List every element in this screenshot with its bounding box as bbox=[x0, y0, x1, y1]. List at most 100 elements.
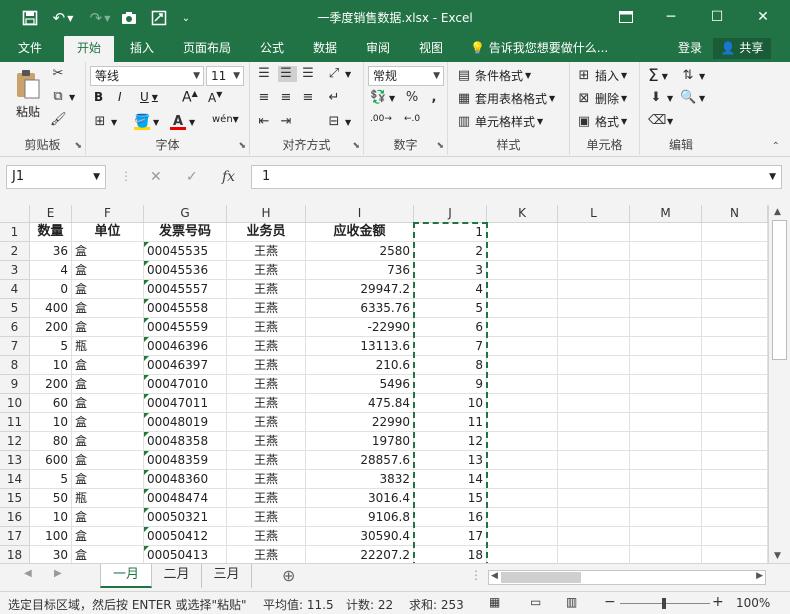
cell-l3[interactable] bbox=[558, 261, 630, 280]
name-box[interactable]: J1 ▼ bbox=[6, 165, 106, 189]
cell-k17[interactable] bbox=[487, 527, 558, 546]
cell-n9[interactable] bbox=[702, 375, 768, 394]
cell-n7[interactable] bbox=[702, 337, 768, 356]
column-header-g[interactable]: G bbox=[144, 205, 227, 223]
cell-g4[interactable]: 00045557 bbox=[144, 280, 227, 299]
font-color-button[interactable]: A ▼ bbox=[170, 114, 195, 130]
cell-h11[interactable]: 王燕 bbox=[227, 413, 306, 432]
find-select-button[interactable]: 🔍 ▼ bbox=[680, 90, 705, 106]
cell-i7[interactable]: 13113.6 bbox=[306, 337, 414, 356]
page-layout-view-icon[interactable]: ▭ bbox=[530, 595, 541, 609]
phonetic-button[interactable]: wén ▼ bbox=[212, 114, 239, 125]
format-as-table-button[interactable]: ▦ 套用表格格式 ▼ bbox=[456, 90, 555, 107]
cell-j14[interactable]: 14 bbox=[414, 470, 487, 489]
cell-n11[interactable] bbox=[702, 413, 768, 432]
fill-button[interactable]: ⬇ ▼ bbox=[648, 90, 674, 106]
column-header-n[interactable]: N bbox=[702, 205, 768, 223]
cell-l17[interactable] bbox=[558, 527, 630, 546]
cell-h3[interactable]: 王燕 bbox=[227, 261, 306, 280]
row-header[interactable]: 9 bbox=[0, 375, 30, 394]
cell-f18[interactable]: 盒 bbox=[72, 546, 144, 563]
cell-e1[interactable]: 数量 bbox=[30, 223, 72, 242]
middle-align-button[interactable]: ☰ bbox=[278, 66, 297, 82]
cell-g16[interactable]: 00050321 bbox=[144, 508, 227, 527]
cell-f5[interactable]: 盒 bbox=[72, 299, 144, 318]
decrease-decimal-button[interactable]: ←.0 bbox=[404, 114, 420, 124]
cell-k14[interactable] bbox=[487, 470, 558, 489]
font-name-select[interactable]: 等线 ▼ bbox=[90, 66, 204, 86]
row-header[interactable]: 18 bbox=[0, 546, 30, 563]
login-link[interactable]: 登录 bbox=[678, 36, 702, 62]
cell-e8[interactable]: 10 bbox=[30, 356, 72, 375]
cell-g10[interactable]: 00047011 bbox=[144, 394, 227, 413]
cell-j7[interactable]: 7 bbox=[414, 337, 487, 356]
increase-indent-button[interactable]: ⇥ bbox=[278, 114, 297, 130]
cut-button[interactable]: ✂ bbox=[50, 66, 69, 82]
maximize-icon[interactable]: ☐ bbox=[697, 4, 737, 30]
cell-g15[interactable]: 00048474 bbox=[144, 489, 227, 508]
tab-review[interactable]: 审阅 bbox=[356, 36, 400, 62]
cell-e16[interactable]: 10 bbox=[30, 508, 72, 527]
cell-n3[interactable] bbox=[702, 261, 768, 280]
cell-f11[interactable]: 盒 bbox=[72, 413, 144, 432]
cell-i15[interactable]: 3016.4 bbox=[306, 489, 414, 508]
cell-l10[interactable] bbox=[558, 394, 630, 413]
cell-h13[interactable]: 王燕 bbox=[227, 451, 306, 470]
cell-f16[interactable]: 盒 bbox=[72, 508, 144, 527]
cell-n14[interactable] bbox=[702, 470, 768, 489]
cell-e11[interactable]: 10 bbox=[30, 413, 72, 432]
cell-k3[interactable] bbox=[487, 261, 558, 280]
cell-i8[interactable]: 210.6 bbox=[306, 356, 414, 375]
cell-e2[interactable]: 36 bbox=[30, 242, 72, 261]
cell-m15[interactable] bbox=[630, 489, 702, 508]
accounting-button[interactable]: 💱 ▼ bbox=[370, 90, 395, 106]
cell-e4[interactable]: 0 bbox=[30, 280, 72, 299]
cell-k13[interactable] bbox=[487, 451, 558, 470]
cell-l14[interactable] bbox=[558, 470, 630, 489]
cell-f3[interactable]: 盒 bbox=[72, 261, 144, 280]
cell-k1[interactable] bbox=[487, 223, 558, 242]
delete-cells-button[interactable]: ⊠ 删除 ▼ bbox=[576, 90, 628, 107]
cell-g3[interactable]: 00045536 bbox=[144, 261, 227, 280]
scroll-right-icon[interactable]: ▶ bbox=[756, 571, 763, 581]
cell-n10[interactable] bbox=[702, 394, 768, 413]
tab-page-layout[interactable]: 页面布局 bbox=[176, 36, 238, 62]
cell-j11[interactable]: 11 bbox=[414, 413, 487, 432]
column-header-k[interactable]: K bbox=[487, 205, 558, 223]
column-header-h[interactable]: H bbox=[227, 205, 306, 223]
row-header[interactable]: 13 bbox=[0, 451, 30, 470]
share-button[interactable]: 👤 共享 bbox=[713, 38, 771, 59]
cell-l11[interactable] bbox=[558, 413, 630, 432]
scroll-down-icon[interactable]: ▼ bbox=[774, 551, 781, 561]
horizontal-scroll-thumb[interactable] bbox=[501, 572, 581, 583]
cell-m13[interactable] bbox=[630, 451, 702, 470]
cell-n13[interactable] bbox=[702, 451, 768, 470]
paste-button[interactable]: 粘贴 bbox=[8, 68, 48, 120]
select-all-corner[interactable] bbox=[0, 205, 30, 223]
cell-i13[interactable]: 28857.6 bbox=[306, 451, 414, 470]
sheet-prev-icon[interactable]: ◀ bbox=[24, 568, 32, 579]
cell-e10[interactable]: 60 bbox=[30, 394, 72, 413]
merge-center-button[interactable]: ⊟ ▼ bbox=[326, 114, 352, 130]
underline-button[interactable]: U ▼ bbox=[140, 90, 158, 104]
vertical-scroll-thumb[interactable] bbox=[772, 220, 787, 360]
cell-j12[interactable]: 12 bbox=[414, 432, 487, 451]
zoom-slider-knob[interactable] bbox=[662, 598, 666, 609]
cell-m7[interactable] bbox=[630, 337, 702, 356]
cell-k16[interactable] bbox=[487, 508, 558, 527]
fill-color-button[interactable]: 🪣 ▼ bbox=[134, 114, 159, 130]
cell-j3[interactable]: 3 bbox=[414, 261, 487, 280]
cell-e9[interactable]: 200 bbox=[30, 375, 72, 394]
scroll-left-icon[interactable]: ◀ bbox=[491, 571, 498, 581]
cell-m3[interactable] bbox=[630, 261, 702, 280]
tab-home[interactable]: 开始 bbox=[64, 36, 114, 62]
cell-n17[interactable] bbox=[702, 527, 768, 546]
cell-e6[interactable]: 200 bbox=[30, 318, 72, 337]
cell-m17[interactable] bbox=[630, 527, 702, 546]
cell-f17[interactable]: 盒 bbox=[72, 527, 144, 546]
cell-h6[interactable]: 王燕 bbox=[227, 318, 306, 337]
cell-n5[interactable] bbox=[702, 299, 768, 318]
autosum-button[interactable]: Σ ▼ bbox=[648, 66, 668, 86]
row-header[interactable]: 2 bbox=[0, 242, 30, 261]
row-header[interactable]: 16 bbox=[0, 508, 30, 527]
